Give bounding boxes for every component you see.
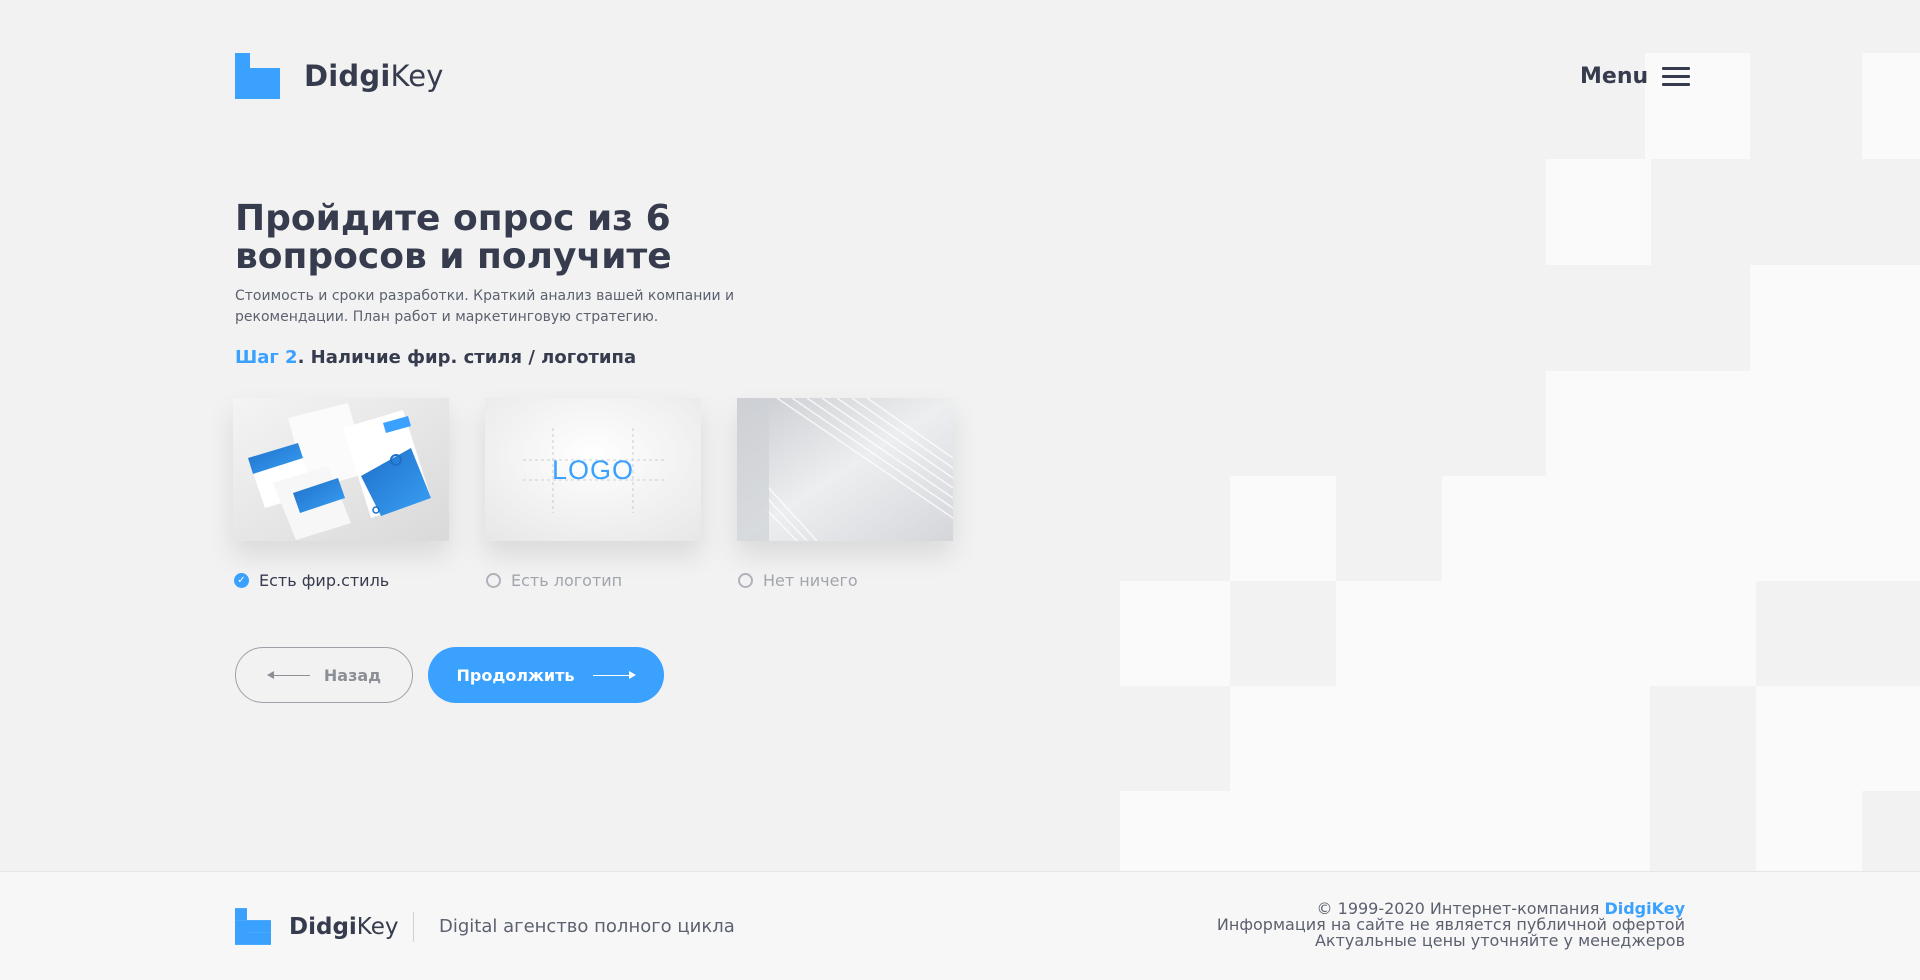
menu-button[interactable]: Menu (1580, 64, 1691, 89)
hamburger-icon (1662, 67, 1691, 86)
brand-identity-image (233, 398, 449, 541)
checkmark-icon[interactable]: ✓ (234, 573, 249, 588)
options-list: ✓ Есть фир.стиль LOGO Есть логотип Нет н… (233, 398, 953, 590)
option-label: Есть фир.стиль (259, 571, 390, 590)
logo-mark-icon (235, 908, 271, 945)
step-title: . Наличие фир. стиля / логотипа (297, 347, 637, 368)
logo-wordmark: DidgiKey (304, 59, 444, 93)
back-button-label: Назад (323, 665, 382, 685)
page-title: Пройдите опрос из 6 вопросов и получите (235, 198, 672, 277)
option-radio-row[interactable]: ✓ Есть фир.стиль (234, 571, 449, 590)
footer-prices-note: Актуальные цены уточняйте у менеджеров (1314, 931, 1685, 950)
option-radio-row[interactable]: Есть логотип (486, 571, 701, 590)
logo-mark-icon (235, 53, 280, 99)
continue-button[interactable]: Продолжить (428, 647, 664, 703)
continue-button-label: Продолжить (456, 665, 575, 685)
option-label: Нет ничего (763, 571, 858, 590)
radio-icon[interactable] (486, 573, 501, 588)
empty-abstract-image (737, 398, 953, 541)
step-heading: Шаг 2. Наличие фир. стиля / логотипа (235, 347, 636, 368)
logo-sketch-image: LOGO (485, 398, 701, 541)
option-label: Есть логотип (511, 571, 623, 590)
footer-logo-wordmark: DidgiKey (289, 913, 399, 940)
footer-divider (413, 912, 414, 942)
page-subtitle: Стоимость и сроки разработки. Краткий ан… (235, 288, 735, 325)
footer-tagline: Digital агенство полного цикла (439, 916, 735, 937)
option-nothing[interactable]: Нет ничего (737, 398, 953, 590)
radio-icon[interactable] (738, 573, 753, 588)
main-section: DidgiKey Menu Пройдите опрос из 6 вопрос… (0, 0, 1920, 871)
option-logo[interactable]: LOGO Есть логотип (485, 398, 701, 590)
logo-placeholder-text: LOGO (552, 455, 634, 485)
back-button[interactable]: Назад (235, 647, 413, 703)
footer-info: © 1999-2020 Интернет-компания DidgiKey И… (1217, 901, 1685, 949)
option-radio-row[interactable]: Нет ничего (738, 571, 953, 590)
menu-label: Menu (1580, 64, 1649, 89)
footer: DidgiKey Digital агенство полного цикла … (0, 871, 1920, 980)
option-brand-style[interactable]: ✓ Есть фир.стиль (233, 398, 449, 590)
decorative-checker-pattern (1120, 53, 1920, 871)
step-number: Шаг 2 (235, 347, 298, 368)
footer-logo[interactable]: DidgiKey (235, 908, 399, 945)
arrow-left-icon (266, 671, 310, 679)
site-logo[interactable]: DidgiKey (235, 53, 444, 99)
arrow-right-icon (592, 671, 636, 679)
